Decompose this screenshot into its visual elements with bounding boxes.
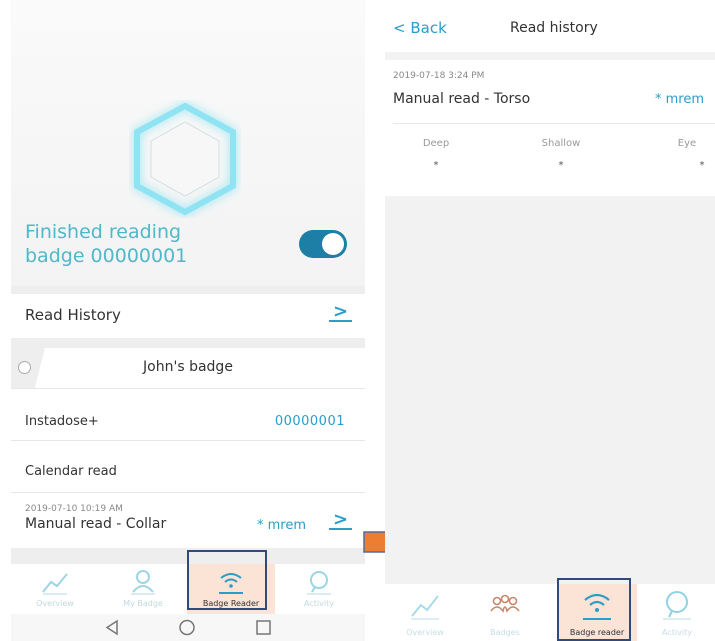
recents-square-icon[interactable] — [256, 620, 271, 635]
divider — [393, 123, 715, 124]
badge-reader-hero: Finished reading badge 00000001 — [11, 0, 365, 286]
reading-status-text: Finished reading badge 00000001 — [25, 220, 187, 268]
status-line-1: Finished reading — [25, 221, 182, 243]
chevron-left-icon: < — [393, 19, 411, 37]
divider — [11, 440, 365, 441]
badge-reader-highlight-box — [557, 578, 631, 641]
column-label-shallow: Shallow — [541, 138, 581, 149]
nav-label: My Badge — [123, 599, 163, 608]
column-value-shallow: * — [558, 160, 564, 171]
nav-label: Badges — [490, 628, 520, 637]
badge-header: John's badge — [11, 348, 365, 388]
column-label-eye: Eye — [677, 138, 697, 149]
read-history-row[interactable]: Read History > — [11, 294, 365, 338]
left-phone-screen: Finished reading badge 00000001 Read His… — [11, 0, 365, 641]
chart-line-icon — [42, 573, 68, 595]
nav-my-badge[interactable]: My Badge — [99, 564, 187, 614]
entry-timestamp: 2019-07-18 3:24 PM — [393, 71, 485, 81]
toggle-knob — [322, 233, 344, 255]
last-read-timestamp: 2019-07-10 10:19 AM — [25, 504, 123, 514]
nav-activity[interactable]: Activity — [275, 564, 363, 614]
back-button[interactable]: < Back — [393, 19, 447, 37]
android-system-bar — [11, 614, 365, 641]
nav-label: Overview — [406, 628, 444, 637]
bottom-nav: Overview Badges Badge reader Activity — [385, 584, 715, 641]
chat-bubble-icon — [663, 591, 691, 620]
chart-line-icon — [411, 595, 439, 620]
read-entry-card[interactable]: 2019-07-18 3:24 PM Manual read - Torso *… — [385, 60, 715, 196]
nav-label: Overview — [36, 599, 74, 608]
read-history-label: Read History — [25, 306, 121, 324]
person-icon — [131, 570, 155, 595]
back-triangle-icon[interactable] — [105, 619, 118, 636]
last-read-title: Manual read - Collar — [25, 516, 167, 532]
nav-activity[interactable]: Activity — [637, 584, 715, 641]
group-icon — [490, 594, 520, 613]
divider — [11, 388, 365, 389]
nav-label: Activity — [662, 628, 692, 637]
chat-bubble-icon — [307, 571, 331, 595]
badge-reader-highlight-box — [187, 550, 267, 610]
device-serial: 00000001 — [274, 414, 345, 429]
divider — [11, 492, 365, 493]
last-read-value: * mrem — [257, 518, 307, 533]
chevron-right-icon[interactable]: > — [329, 303, 353, 322]
column-value-eye: * — [699, 160, 705, 171]
nav-label: Activity — [304, 599, 334, 608]
badge-title: John's badge — [143, 359, 233, 375]
column-label-deep: Deep — [422, 138, 450, 149]
nav-overview[interactable]: Overview — [385, 584, 465, 641]
hexagon-badge-icon — [129, 100, 241, 218]
entry-title: Manual read - Torso — [393, 91, 531, 107]
page-title: Read history — [510, 20, 598, 36]
right-phone-screen: < Back Read history 2019-07-18 3:24 PM M… — [385, 8, 715, 641]
nav-header: < Back Read history — [385, 8, 715, 52]
status-line-2: badge 00000001 — [25, 245, 188, 267]
home-circle-icon[interactable] — [179, 619, 195, 636]
entry-value: * mrem — [655, 92, 705, 107]
reader-toggle[interactable] — [299, 230, 347, 258]
badge-card: John's badge Instadose+ 00000001 Calenda… — [11, 348, 365, 548]
nav-overview[interactable]: Overview — [11, 564, 99, 614]
nav-badges[interactable]: Badges — [465, 584, 545, 641]
column-value-deep: * — [433, 160, 439, 171]
chevron-right-icon[interactable]: > — [329, 511, 353, 530]
calendar-read-label: Calendar read — [25, 464, 117, 479]
device-label: Instadose+ — [25, 414, 99, 429]
back-label: Back — [410, 19, 447, 37]
